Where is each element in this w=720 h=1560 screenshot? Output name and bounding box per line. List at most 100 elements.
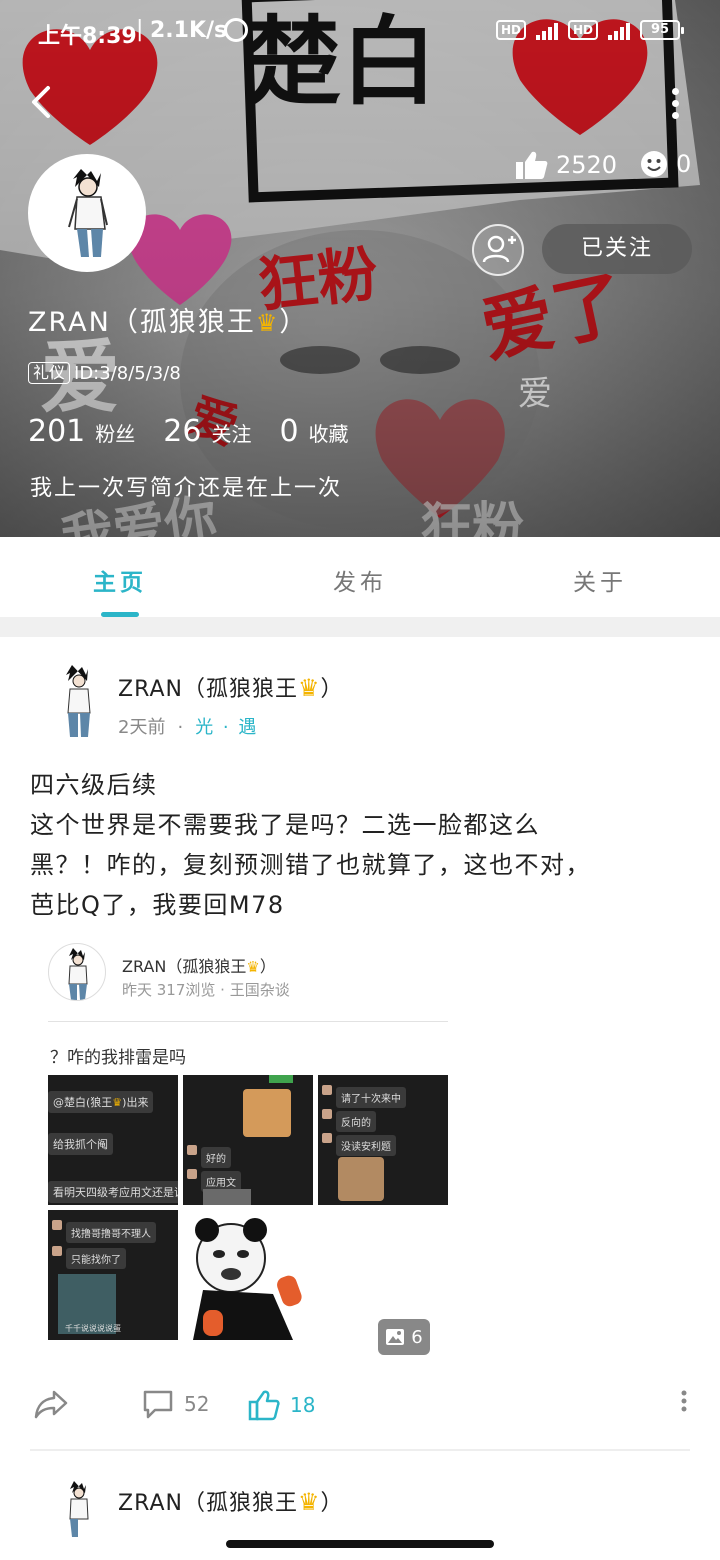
chat-bubble: 看明天四级考应用文还是议 [48, 1181, 178, 1203]
more-options-icon[interactable] [670, 84, 680, 120]
following-label[interactable]: 关注 [211, 418, 251, 447]
quoted-author-name[interactable]: ZRAN（孤狼狼王♛） [122, 953, 276, 977]
post-body-line: 芭比Q了，我要回M78 [30, 891, 285, 919]
shiba-dog-image [243, 1089, 291, 1137]
chat-bubble: @楚白(狼王♛)出来 [48, 1091, 154, 1113]
like-count: 18 [290, 1393, 316, 1417]
post-author-name[interactable]: ZRAN（孤狼狼王♛） [118, 671, 344, 703]
fans-count[interactable]: 201 [28, 414, 85, 449]
crown-icon: ♛ [297, 1488, 321, 1516]
post-author-end: ） [320, 677, 344, 702]
fans-label[interactable]: 粉丝 [95, 418, 135, 447]
meta-dot: · [177, 717, 184, 738]
post-author-name[interactable]: ZRAN（孤狼狼王♛） [118, 1485, 344, 1517]
image-thumbnail[interactable]: 好的 应用文 [183, 1075, 313, 1205]
chat-avatar [187, 1145, 197, 1155]
profile-bio: 我上一次写简介还是在上一次 [30, 476, 343, 501]
home-indicator[interactable] [226, 1540, 494, 1548]
hd-icon: HD [567, 20, 598, 40]
quoted-author-end: ） [259, 957, 276, 976]
post-time: 2天前 [118, 717, 166, 738]
status-time: 上午8:39 [38, 24, 137, 49]
post-author-end: ） [320, 1491, 344, 1516]
chat-text: @楚白(狼王 [53, 1096, 113, 1109]
panda-meme-image [193, 1218, 302, 1340]
image-count: 6 [411, 1326, 423, 1348]
profile-smiles[interactable]: 0 [640, 150, 691, 178]
add-friend-button[interactable] [472, 224, 524, 276]
chat-avatar [322, 1109, 332, 1119]
profile-avatar[interactable] [28, 154, 146, 272]
post-body-line: 四六级后续 [30, 771, 158, 799]
profile-nickname: ZRAN（孤狼狼王♛） [28, 300, 308, 339]
post-author-text: ZRAN（孤狼狼王 [118, 1491, 298, 1516]
image-count-badge[interactable]: 6 [378, 1319, 430, 1355]
favorites-label[interactable]: 收藏 [309, 418, 349, 447]
post-topic[interactable]: 光 · 遇 [195, 717, 258, 738]
crown-icon: ♛ [112, 1096, 123, 1109]
favorites-count[interactable]: 0 [279, 414, 298, 449]
post-meta: 2天前 · 光 · 遇 [118, 713, 258, 739]
comment-count: 52 [184, 1392, 210, 1416]
chat-bubble: 好的 [201, 1147, 231, 1168]
chat-avatar [322, 1085, 332, 1095]
quoted-meta: 昨天 317浏览 · 王国杂谈 [122, 981, 290, 999]
chat-bubble: 给我抓个阄 [48, 1133, 113, 1155]
post-body[interactable]: 四六级后续 这个世界是不需要我了是吗？二选一脸都这么 黑？！咋的，复刻预测错了也… [30, 765, 690, 925]
likes-count: 2520 [556, 151, 618, 179]
chat-image [203, 1189, 251, 1205]
comment-icon [143, 1390, 173, 1419]
image-thumbnail[interactable]: 找撸哥撸哥不理人 只能找你了 千千说说说说蛋 [48, 1210, 178, 1340]
quoted-text: ？咋的我排雷是吗 [50, 1048, 186, 1068]
post-body-line: 黑？！咋的，复刻预测错了也就算了，这也不对， [30, 851, 591, 879]
share-button[interactable] [34, 1389, 68, 1419]
smiles-count: 0 [676, 150, 692, 178]
tab-posts[interactable]: 发布 [240, 537, 480, 617]
dog-image [338, 1157, 384, 1201]
post-action-bar: 52 18 [0, 1375, 720, 1435]
signal-icon [535, 20, 558, 40]
status-separator: | [136, 17, 144, 42]
chat-bubble: 只能找你了 [66, 1248, 126, 1269]
post-body-line: 这个世界是不需要我了是吗？二选一脸都这么 [30, 811, 540, 839]
chat-bubble: 没读安利题 [336, 1135, 396, 1156]
crown-icon: ♛ [297, 674, 321, 702]
chat-caption: 千千说说说说蛋 [65, 1324, 121, 1333]
signal-icon [608, 20, 630, 40]
chat-avatar [52, 1220, 62, 1230]
section-divider [0, 617, 720, 637]
add-user-icon [482, 235, 516, 263]
like-button[interactable]: 18 [248, 1389, 315, 1421]
thumbs-up-icon [516, 151, 548, 179]
quoted-avatar-figure [68, 948, 88, 1000]
status-net-speed: 2.1K/s [150, 18, 228, 43]
vertical-dots-icon [681, 1390, 687, 1412]
quoted-author-avatar[interactable] [48, 943, 106, 1001]
etiquette-tag: 礼仪 [28, 362, 71, 384]
following-button[interactable]: 已关注 [542, 224, 692, 274]
back-arrow-icon[interactable] [24, 82, 64, 122]
quoted-divider [48, 1021, 448, 1022]
hd-icon: HD [495, 20, 526, 40]
tab-home[interactable]: 主页 [0, 537, 240, 617]
post-author-avatar[interactable] [60, 1479, 100, 1537]
crown-icon: ♛ [246, 958, 260, 976]
smile-icon [641, 151, 667, 177]
post-author-avatar[interactable] [54, 661, 104, 741]
image-thumbnail[interactable] [183, 1210, 313, 1340]
chat-avatar [187, 1169, 197, 1179]
profile-likes[interactable]: 2520 [516, 150, 617, 180]
image-thumbnail[interactable]: 请了十次来中 反向的 没读安利题 [318, 1075, 448, 1205]
alarm-icon [224, 18, 248, 42]
comment-button[interactable]: 52 [142, 1389, 209, 1419]
chat-avatar [322, 1133, 332, 1143]
image-thumbnail[interactable]: @楚白(狼王♛)出来 给我抓个阄 看明天四级考应用文还是议 [48, 1075, 178, 1205]
profile-id-row: 礼仪 ID:3/8/5/3/8 [28, 362, 181, 384]
crown-icon: ♛ [255, 309, 280, 337]
tab-about[interactable]: 关于 [480, 537, 720, 617]
chat-text: )出来 [122, 1096, 149, 1109]
post-more-button[interactable] [680, 1389, 688, 1413]
nickname-text: ZRAN（孤狼狼王 [28, 307, 256, 338]
profile-cover: 楚白 狂粉 爱了 爱 爱 爱 我爱你 狂粉 上午8:39 | 2.1K/s HD… [0, 0, 720, 537]
following-count[interactable]: 26 [163, 414, 201, 449]
